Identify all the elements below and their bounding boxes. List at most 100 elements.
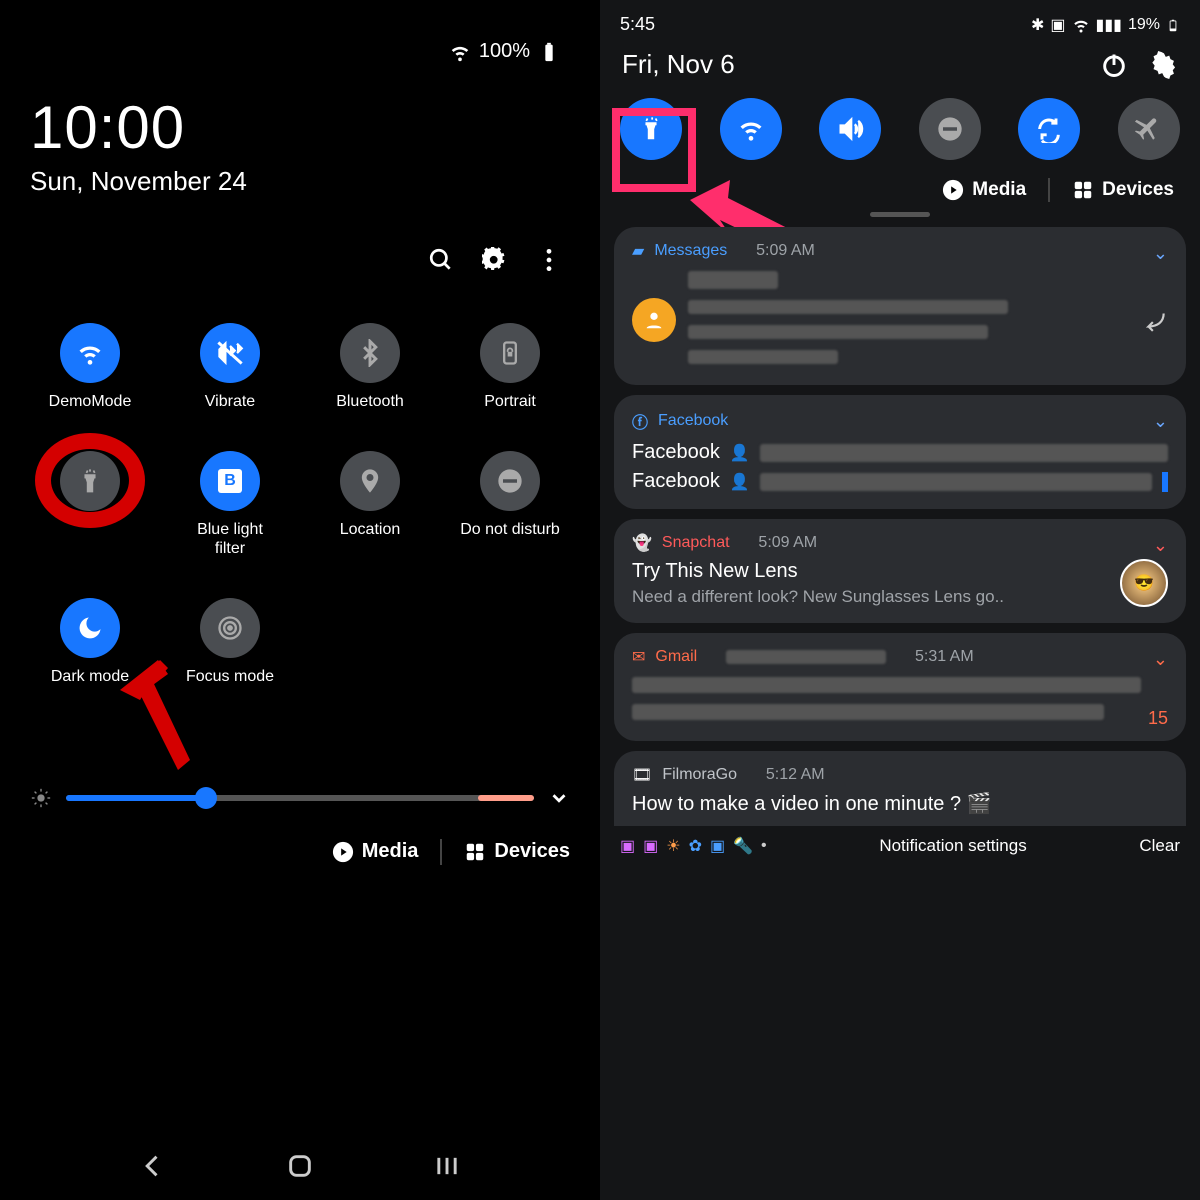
clock: 10:00 xyxy=(0,63,600,166)
redacted-text xyxy=(760,444,1168,462)
notif-title: Try This New Lens xyxy=(632,560,1108,583)
qs-label: Portrait xyxy=(484,393,536,411)
wifi-icon xyxy=(737,115,765,143)
wifi-icon xyxy=(76,339,104,367)
media-button[interactable]: Media xyxy=(942,179,1026,201)
dnd-icon xyxy=(936,115,964,143)
dnd-icon xyxy=(496,467,524,495)
redacted-text xyxy=(688,325,988,339)
status-bar-right: 5:45 ✱ ▣ ▮▮▮ 19% xyxy=(600,0,1200,39)
focus-icon xyxy=(216,614,244,642)
qs-portrait[interactable]: Portrait xyxy=(440,323,580,411)
qs-sound[interactable] xyxy=(819,98,881,160)
notification-snapchat[interactable]: 👻Snapchat 5:09 AM ⌄ Try This New Lens Ne… xyxy=(614,519,1186,623)
qs-demomode[interactable]: DemoMode xyxy=(20,323,160,411)
chevron-down-icon[interactable] xyxy=(548,787,570,809)
messages-icon: ▰ xyxy=(632,241,644,261)
filmorago-icon: 🎞 xyxy=(632,765,652,785)
devices-button[interactable]: Devices xyxy=(1072,179,1174,201)
highlight-ring xyxy=(35,433,145,528)
notification-gmail[interactable]: ✉Gmail 5:31 AM ⌄ 15 xyxy=(614,633,1186,741)
redacted-text xyxy=(688,300,1008,314)
notification-list: ▰Messages 5:09 AM ⌄ ⓕFacebook ⌄ xyxy=(600,227,1200,826)
gear-icon[interactable] xyxy=(482,247,508,273)
date-right: Fri, Nov 6 xyxy=(622,49,735,80)
qs-dnd[interactable] xyxy=(919,98,981,160)
brightness-low-icon xyxy=(30,787,52,809)
notification-messages[interactable]: ▰Messages 5:09 AM ⌄ xyxy=(614,227,1186,385)
moon-icon xyxy=(76,614,104,642)
qs-rotate[interactable] xyxy=(1018,98,1080,160)
portrait-lock-icon xyxy=(496,339,524,367)
battery-percent: 100% xyxy=(479,40,530,63)
chevron-down-icon[interactable]: ⌄ xyxy=(1153,649,1168,670)
nfc-icon: ▣ xyxy=(1050,15,1065,35)
qs-label: Focus mode xyxy=(186,668,274,686)
highlight-box xyxy=(612,108,696,192)
chevron-down-icon[interactable]: ⌄ xyxy=(1153,243,1168,264)
signal-icon: ▮▮▮ xyxy=(1096,15,1122,35)
qs-vibrate[interactable]: Vibrate xyxy=(160,323,300,411)
qs-label: Bluetooth xyxy=(336,393,404,411)
snapchat-icon: 👻 xyxy=(632,533,652,553)
search-icon[interactable] xyxy=(428,247,454,273)
airplane-icon xyxy=(1135,115,1163,143)
redacted-text xyxy=(632,704,1104,720)
chevron-down-icon[interactable]: ⌄ xyxy=(1153,535,1168,556)
devices-button[interactable]: Devices xyxy=(464,840,570,863)
qs-wifi[interactable] xyxy=(720,98,782,160)
nav-home[interactable] xyxy=(286,1152,314,1180)
wifi-icon xyxy=(449,41,471,63)
qs-bluetooth[interactable]: Bluetooth xyxy=(300,323,440,411)
clear-button[interactable]: Clear xyxy=(1139,836,1180,856)
date-left: Sun, November 24 xyxy=(0,166,600,197)
qs-label: Do not disturb xyxy=(460,521,560,539)
nav-bar xyxy=(0,1152,600,1180)
notification-filmorago[interactable]: 🎞FilmoraGo 5:12 AM How to make a video i… xyxy=(614,751,1186,826)
gear-icon[interactable] xyxy=(1150,51,1178,79)
devices-icon xyxy=(1072,179,1094,201)
more-icon[interactable] xyxy=(536,247,562,273)
more-dot: • xyxy=(761,837,767,855)
battery-icon xyxy=(538,41,560,63)
qs-dnd[interactable]: Do not disturb xyxy=(440,451,580,558)
nav-recents[interactable] xyxy=(433,1152,461,1180)
redacted-text xyxy=(760,473,1152,491)
notif-body: Need a different look? New Sunglasses Le… xyxy=(632,587,1108,607)
battery-percent: 19% xyxy=(1128,16,1160,34)
app-icon: ▣ xyxy=(710,836,725,856)
vibrate-icon xyxy=(216,339,244,367)
avatar xyxy=(632,298,676,342)
notification-settings-button[interactable]: Notification settings xyxy=(879,836,1026,856)
qs-label: Blue light filter xyxy=(180,521,280,558)
power-icon[interactable] xyxy=(1100,51,1128,79)
wifi-icon xyxy=(1072,16,1090,34)
qs-flashlight[interactable]: Flashlight xyxy=(20,451,160,558)
quick-settings-grid: DemoMode Vibrate Bluetooth Portrait Flas… xyxy=(0,283,600,697)
status-time: 5:45 xyxy=(620,14,655,35)
qs-label: Dark mode xyxy=(51,668,129,686)
nav-back[interactable] xyxy=(139,1152,167,1180)
media-button[interactable]: Media xyxy=(332,840,419,863)
qs-airplane[interactable] xyxy=(1118,98,1180,160)
notif-title: How to make a video in one minute ? 🎬 xyxy=(632,791,1168,816)
play-icon xyxy=(332,841,354,863)
chevron-down-icon[interactable]: ⌄ xyxy=(1153,411,1168,432)
notification-facebook[interactable]: ⓕFacebook ⌄ Facebook 👤 Facebook 👤 xyxy=(614,395,1186,509)
redacted-text xyxy=(632,677,1141,693)
instagram-icon: ▣ xyxy=(620,836,635,856)
sound-icon xyxy=(836,115,864,143)
instagram-icon: ▣ xyxy=(643,836,658,856)
brightness-slider[interactable] xyxy=(66,795,534,801)
bluetooth-icon: ✱ xyxy=(1031,15,1044,35)
flashlight-icon: 🔦 xyxy=(733,836,753,856)
brightness-slider-row xyxy=(0,697,600,809)
mini-icon-tray: ▣ ▣ ☀ ✿ ▣ 🔦 • xyxy=(620,836,767,856)
qs-bluelight[interactable]: BBlue light filter xyxy=(160,451,300,558)
reply-icon[interactable] xyxy=(1142,307,1168,333)
gmail-icon: ✉ xyxy=(632,647,645,667)
unread-count: 15 xyxy=(1148,708,1168,729)
redacted-text xyxy=(688,271,778,289)
slider-thumb[interactable] xyxy=(195,787,217,809)
qs-location[interactable]: Location xyxy=(300,451,440,558)
